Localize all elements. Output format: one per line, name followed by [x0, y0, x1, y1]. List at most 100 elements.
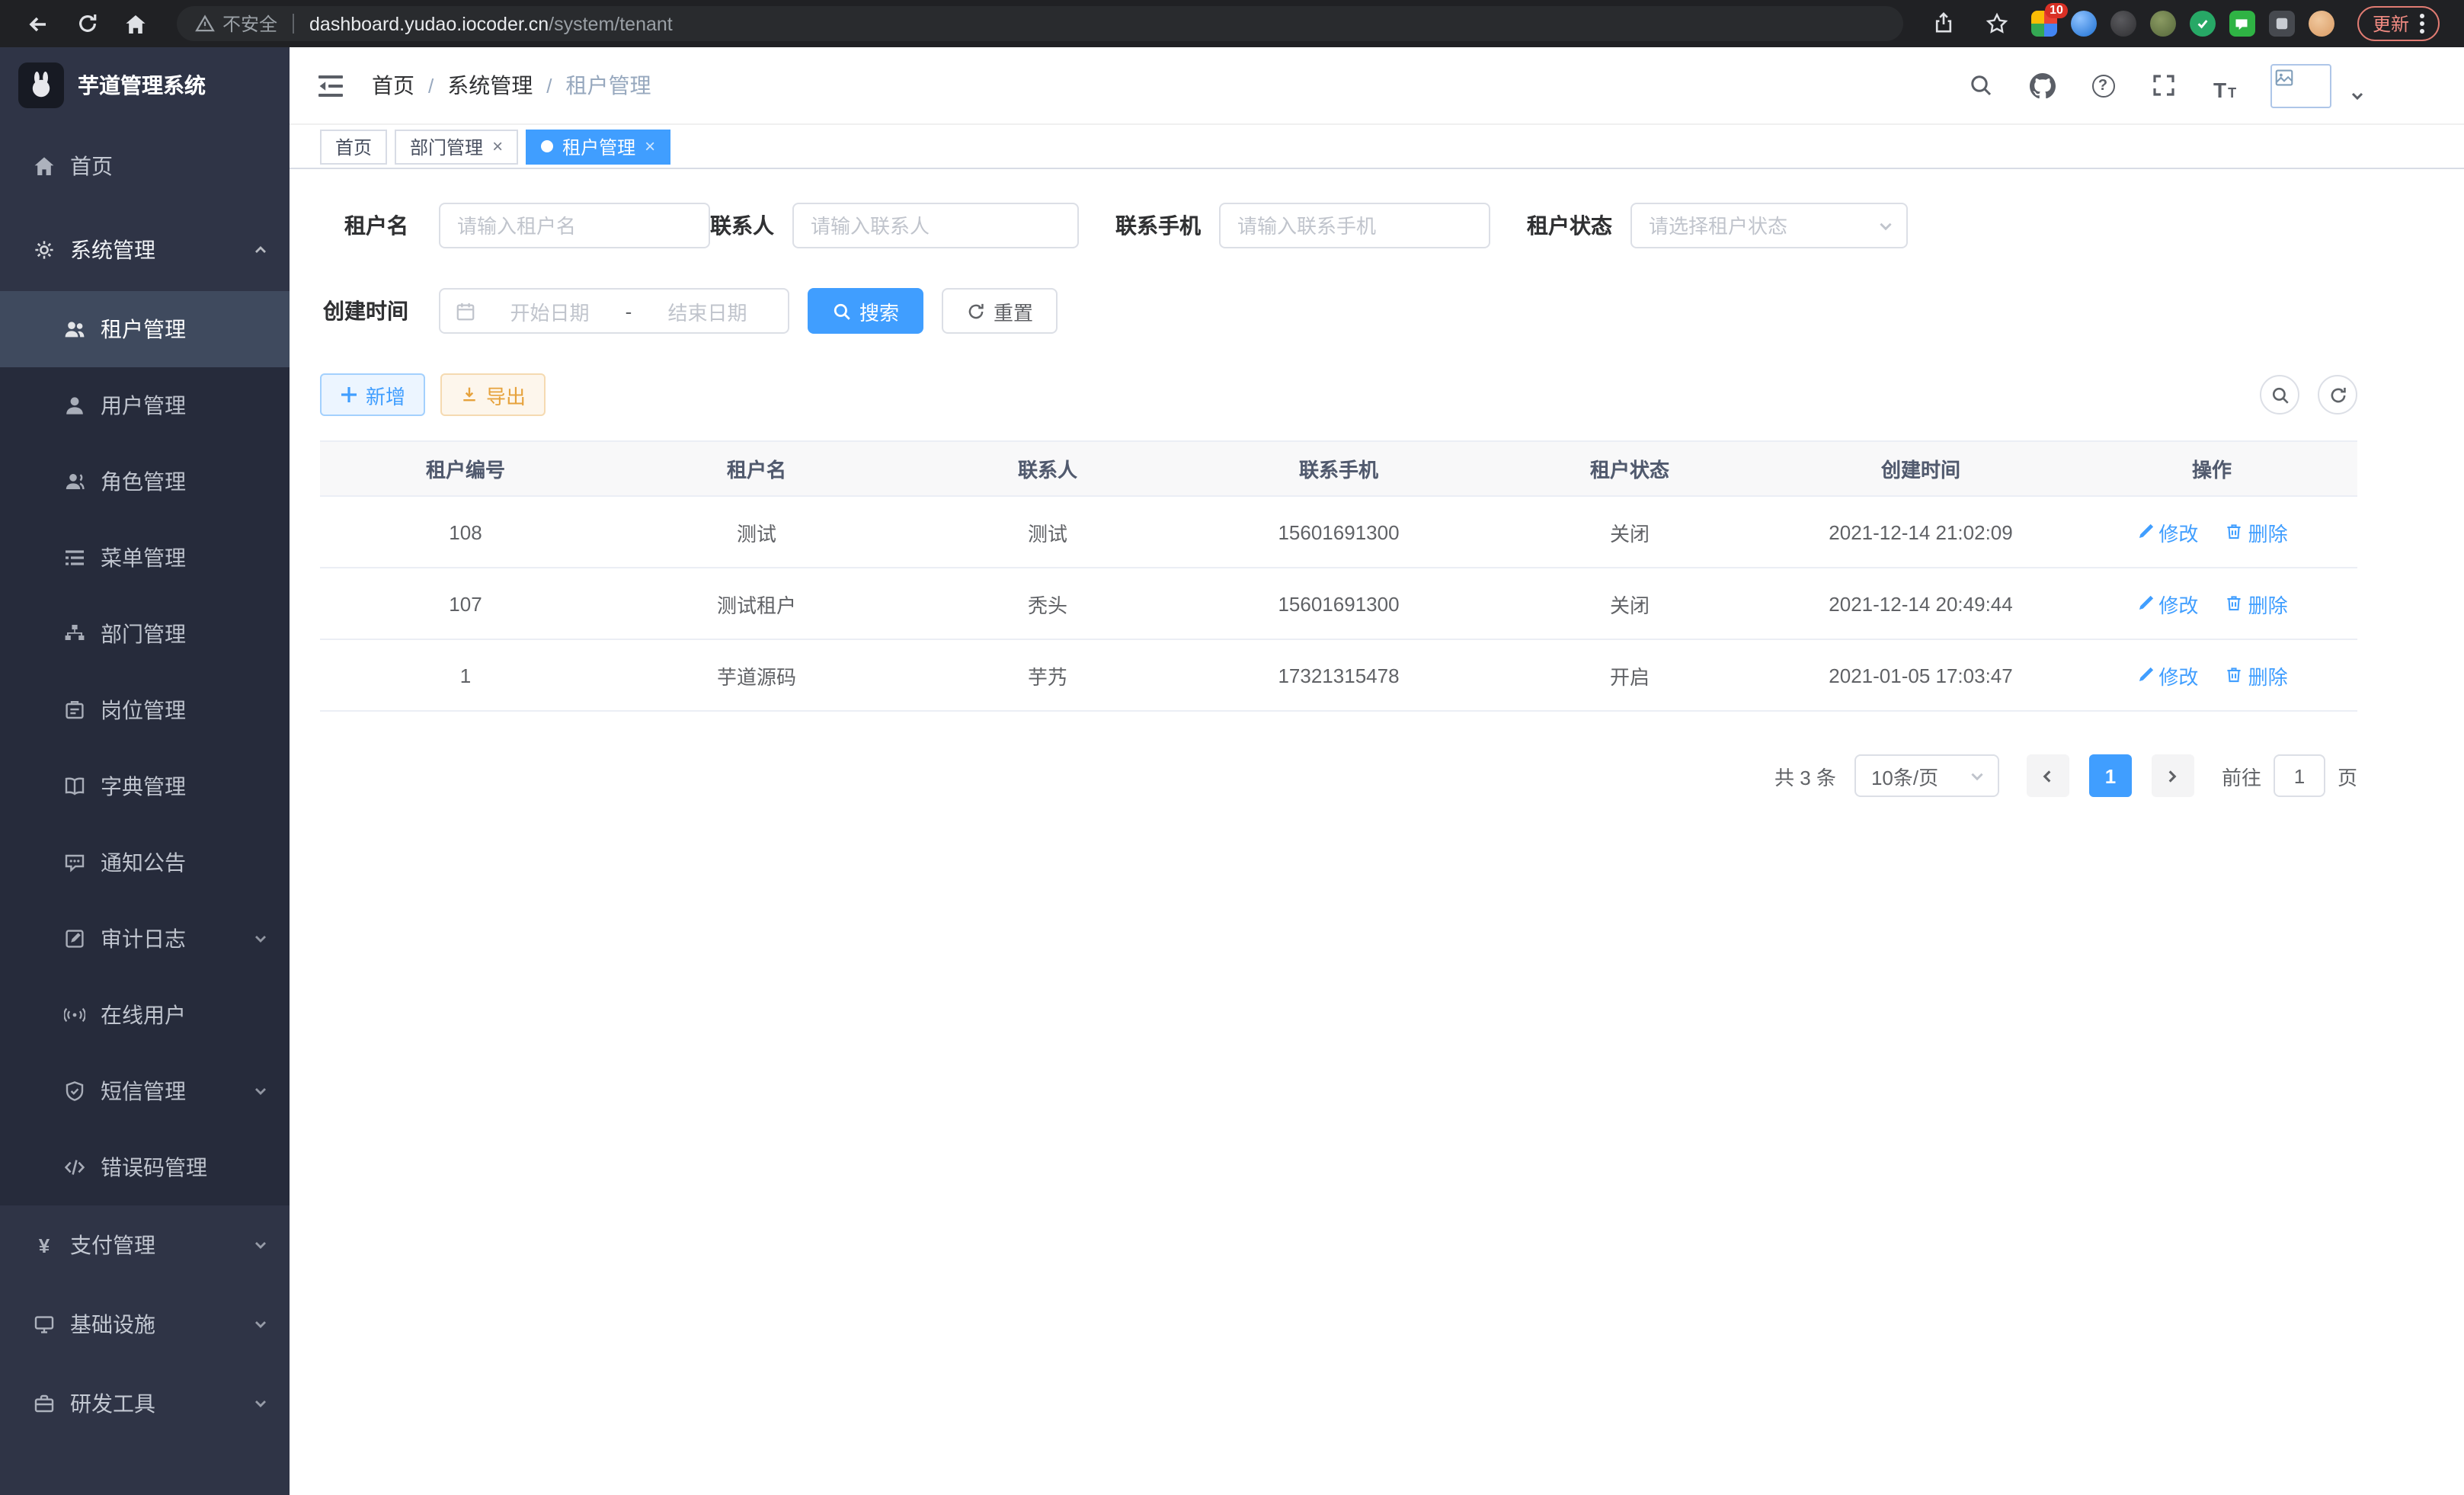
warning-icon [195, 14, 215, 34]
sidebar-item-dict-management[interactable]: 字典管理 [0, 748, 290, 824]
cell-phone: 15601691300 [1193, 496, 1484, 568]
chevron-down-icon [253, 1396, 268, 1411]
sidebar-item-tenant-management[interactable]: 租户管理 [0, 291, 290, 367]
cell-tenant-id: 108 [320, 496, 611, 568]
extension-badge: 10 [2045, 3, 2068, 18]
chevron-down-icon [253, 931, 268, 946]
edit-link[interactable]: 修改 [2136, 661, 2198, 690]
browser-menu-icon[interactable] [2420, 14, 2424, 34]
next-page-button[interactable] [2152, 754, 2194, 797]
refresh-table-button[interactable] [2318, 375, 2357, 415]
tenant-name-input[interactable] [439, 203, 710, 248]
page-number-button[interactable]: 1 [2089, 754, 2132, 797]
sidebar-item-error-code-management[interactable]: 错误码管理 [0, 1129, 290, 1205]
sidebar-item-label: 租户管理 [101, 314, 186, 344]
user-avatar[interactable] [2270, 63, 2331, 107]
delete-link[interactable]: 删除 [2226, 517, 2288, 546]
help-icon[interactable]: ? [2088, 70, 2118, 101]
sidebar-item-notice[interactable]: 通知公告 [0, 824, 290, 901]
calendar-icon [456, 301, 475, 321]
caret-down-icon[interactable] [2350, 88, 2365, 103]
sidebar-item-user-management[interactable]: 用户管理 [0, 367, 290, 443]
extension-icon-2[interactable] [2071, 11, 2097, 37]
breadcrumb-item-current: 租户管理 [566, 70, 651, 101]
cell-tenant-name: 测试 [611, 496, 902, 568]
logo-rabbit-icon [18, 62, 64, 108]
sidebar-item-label: 通知公告 [101, 847, 186, 878]
edit-label: 修改 [2158, 661, 2198, 690]
tab-tenant-management[interactable]: 租户管理 × [526, 129, 670, 164]
cell-tenant-id: 1 [320, 639, 611, 711]
code-icon [64, 1157, 85, 1178]
extension-icon-3[interactable] [2110, 11, 2136, 37]
date-range-picker[interactable]: 开始日期 - 结束日期 [439, 288, 789, 334]
sidebar-item-menu-management[interactable]: 菜单管理 [0, 520, 290, 596]
address-bar[interactable]: 不安全 dashboard.yudao.iocoder.cn /system/t… [177, 6, 1903, 41]
goto-page-input[interactable] [2274, 754, 2325, 797]
date-end-placeholder[interactable]: 结束日期 [642, 296, 773, 325]
extension-icon-6[interactable] [2229, 11, 2255, 37]
sidebar-item-post-management[interactable]: 岗位管理 [0, 672, 290, 748]
sidebar-item-online-users[interactable]: 在线用户 [0, 977, 290, 1053]
create-time-label: 创建时间 [320, 296, 408, 326]
toggle-search-button[interactable] [2260, 375, 2299, 415]
export-button[interactable]: 导出 [440, 373, 546, 416]
sidebar-item-payment-management[interactable]: ¥ 支付管理 [0, 1205, 290, 1285]
sidebar-item-role-management[interactable]: 角色管理 [0, 443, 290, 520]
github-icon[interactable] [2027, 70, 2057, 101]
browser-home-button[interactable] [116, 5, 155, 42]
extension-icon-7[interactable] [2269, 11, 2295, 37]
phone-label: 联系手机 [1115, 210, 1201, 241]
sidebar-item-dept-management[interactable]: 部门管理 [0, 596, 290, 672]
close-icon[interactable]: × [645, 137, 655, 155]
breadcrumb-item[interactable]: 首页 [372, 70, 414, 101]
tab-dept-management[interactable]: 部门管理 × [395, 129, 518, 164]
add-button[interactable]: 新增 [320, 373, 425, 416]
phone-input[interactable] [1219, 203, 1490, 248]
user-icon [64, 395, 85, 416]
extension-icon-5[interactable] [2190, 11, 2216, 37]
sidebar-item-dev-tools[interactable]: 研发工具 [0, 1364, 290, 1443]
cell-actions: 修改 删除 [2066, 639, 2357, 711]
header-search-icon[interactable] [1966, 70, 1996, 101]
reset-button[interactable]: 重置 [942, 288, 1058, 334]
date-separator: - [615, 299, 642, 322]
share-icon[interactable] [1925, 5, 1964, 42]
chevron-down-icon [253, 1317, 268, 1332]
edit-label: 修改 [2158, 589, 2198, 618]
browser-update-button[interactable]: 更新 [2357, 6, 2440, 41]
browser-refresh-button[interactable] [67, 5, 107, 42]
sidebar-item-label: 菜单管理 [101, 543, 186, 573]
delete-link[interactable]: 删除 [2226, 589, 2288, 618]
contact-input[interactable] [792, 203, 1079, 248]
sidebar-collapse-icon[interactable] [314, 69, 347, 102]
fullscreen-icon[interactable] [2149, 70, 2179, 101]
sidebar-item-system-management[interactable]: 系统管理 [0, 209, 290, 291]
breadcrumb-item[interactable]: 系统管理 [447, 70, 533, 101]
app-logo: 芋道管理系统 [0, 47, 290, 123]
extension-icon-4[interactable] [2150, 11, 2176, 37]
status-select[interactable] [1630, 203, 1908, 248]
extension-icon-1[interactable]: 10 [2031, 11, 2057, 37]
search-button[interactable]: 搜索 [808, 288, 923, 334]
cell-contact: 秃头 [902, 568, 1193, 639]
tab-home[interactable]: 首页 [320, 129, 387, 164]
edit-link[interactable]: 修改 [2136, 589, 2198, 618]
font-size-icon[interactable]: TT [2210, 70, 2240, 101]
delete-link[interactable]: 删除 [2226, 661, 2288, 690]
divider [293, 14, 294, 34]
browser-back-button[interactable] [18, 5, 58, 42]
bookmark-star-icon[interactable] [1978, 5, 2018, 42]
sidebar-item-label: 用户管理 [101, 390, 186, 421]
profile-avatar-icon[interactable] [2309, 11, 2334, 37]
sidebar-item-home[interactable]: 首页 [0, 123, 290, 209]
cell-status: 关闭 [1484, 496, 1775, 568]
sidebar-item-infrastructure[interactable]: 基础设施 [0, 1285, 290, 1364]
page-size-select[interactable]: 10条/页 [1854, 754, 1999, 797]
date-start-placeholder[interactable]: 开始日期 [485, 296, 615, 325]
sidebar-item-sms-management[interactable]: 短信管理 [0, 1053, 290, 1129]
prev-page-button[interactable] [2027, 754, 2069, 797]
sidebar-item-audit-log[interactable]: 审计日志 [0, 901, 290, 977]
edit-link[interactable]: 修改 [2136, 517, 2198, 546]
close-icon[interactable]: × [492, 137, 503, 155]
